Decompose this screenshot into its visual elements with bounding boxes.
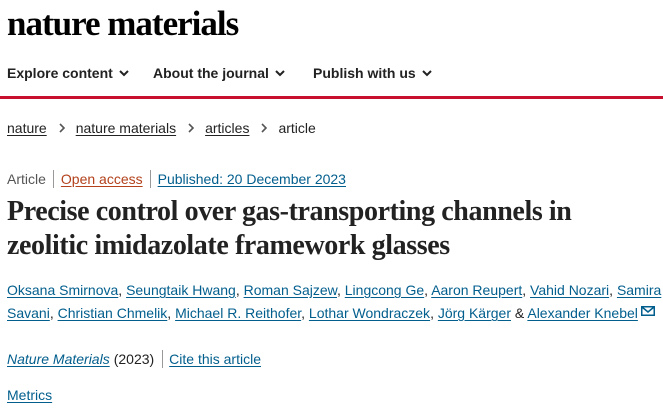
nav-item-label: Publish with us [313, 65, 416, 81]
author-link-corresponding[interactable]: Alexander Knebel [527, 305, 638, 321]
divider [149, 170, 151, 188]
nav-item-label: About the journal [153, 65, 269, 81]
publication-year: (2023) [113, 351, 155, 367]
chevron-down-icon [421, 70, 432, 77]
nav-explore-content[interactable]: Explore content [7, 62, 130, 84]
author-separator: , [235, 282, 244, 298]
author-link[interactable]: Aaron Reupert [431, 282, 522, 298]
author-link[interactable]: Jörg Kärger [438, 305, 511, 321]
author-link[interactable]: Vahid Nozari [530, 282, 609, 298]
article-type: Article [7, 171, 46, 187]
author-separator: , [167, 305, 176, 321]
author-separator: , [522, 282, 531, 298]
breadcrumb-current: article [278, 120, 316, 136]
author-link[interactable]: Oksana Smirnova [7, 282, 118, 298]
author-joiner: & [511, 305, 528, 321]
header-accent-bar [0, 96, 663, 99]
nav-item-label: Explore content [7, 65, 113, 81]
nav-publish-with-us[interactable]: Publish with us [313, 62, 433, 84]
divider [162, 350, 164, 368]
author-link[interactable]: Roman Sajzew [244, 282, 337, 298]
author-link[interactable]: Lothar Wondraczek [309, 305, 430, 321]
nav-about-journal[interactable]: About the journal [153, 62, 286, 84]
breadcrumb-link-nature[interactable]: nature [7, 118, 47, 138]
article-title: Precise control over gas-transporting ch… [7, 196, 572, 261]
email-icon[interactable] [640, 306, 655, 316]
chevron-down-icon [119, 70, 129, 77]
author-link[interactable]: Seungtaik Hwang [126, 282, 236, 298]
author-link[interactable]: Michael R. Reithofer [175, 305, 301, 321]
journal-link[interactable]: Nature Materials [7, 349, 110, 369]
divider [52, 170, 54, 188]
author-separator: , [118, 282, 127, 298]
article-meta: Article Open access Published: 20 Decemb… [7, 169, 346, 189]
chevron-right-icon [59, 123, 65, 133]
author-link[interactable]: Lingcong Ge [345, 282, 424, 298]
breadcrumb-link-nature-materials[interactable]: nature materials [76, 118, 176, 138]
cite-this-article-link[interactable]: Cite this article [169, 349, 261, 369]
published-date-link[interactable]: Published: 20 December 2023 [158, 169, 346, 189]
chevron-right-icon [261, 123, 268, 133]
site-logo[interactable]: nature materials [7, 2, 239, 46]
author-link[interactable]: Christian Chmelik [58, 305, 168, 321]
author-separator: , [430, 305, 438, 321]
author-separator: , [301, 305, 309, 321]
main-nav: Explore content About the journal Publis… [0, 62, 663, 86]
author-separator: , [609, 282, 617, 298]
author-separator: , [336, 282, 345, 298]
chevron-right-icon [188, 123, 195, 133]
breadcrumb: nature nature materials articles article [7, 118, 316, 138]
breadcrumb-link-articles[interactable]: articles [205, 118, 249, 138]
open-access-link[interactable]: Open access [61, 169, 143, 189]
metrics-link[interactable]: Metrics [7, 385, 52, 405]
author-separator: , [49, 305, 58, 321]
citation-line: Nature Materials (2023) Cite this articl… [7, 349, 261, 369]
chevron-down-icon [275, 70, 285, 77]
author-list: Oksana Smirnova, Seungtaik Hwang, Roman … [7, 279, 662, 325]
